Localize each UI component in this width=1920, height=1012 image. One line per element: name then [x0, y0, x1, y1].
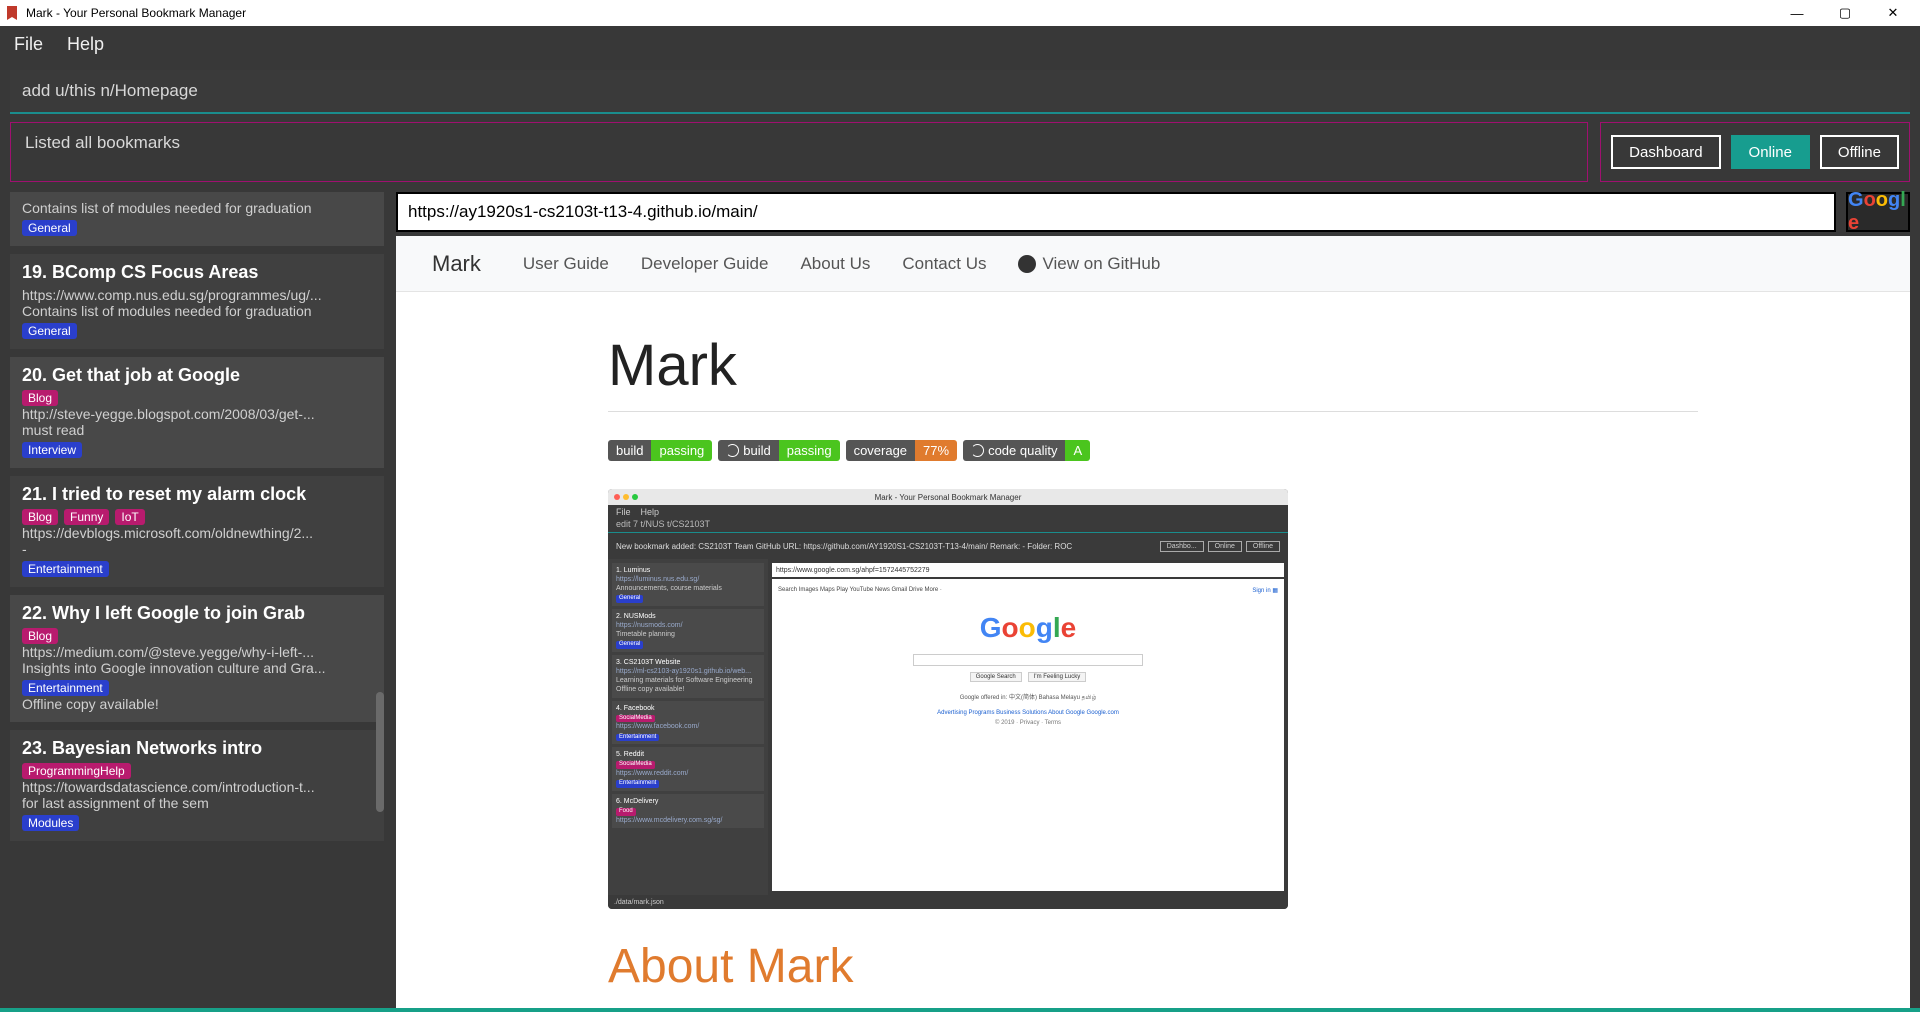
window-title: Mark - Your Personal Bookmark Manager [26, 6, 246, 20]
titlebar: Mark - Your Personal Bookmark Manager — … [0, 0, 1920, 26]
tab-online[interactable]: Online [1731, 135, 1810, 169]
scrollbar-thumb[interactable] [376, 692, 384, 812]
command-input[interactable]: add u/this n/Homepage [10, 70, 1910, 114]
about-heading: About Mark [608, 939, 1698, 994]
badge: buildpassing [718, 440, 839, 461]
bookmark-item[interactable]: 19. BComp CS Focus Areashttps://www.comp… [10, 254, 384, 349]
bookmark-item[interactable]: 23. Bayesian Networks introProgrammingHe… [10, 730, 384, 841]
nav-dev-guide[interactable]: Developer Guide [641, 254, 769, 274]
google-icon: Google [1848, 189, 1908, 235]
tab-dashboard[interactable]: Dashboard [1611, 135, 1720, 169]
embedded-page: Mark User Guide Developer Guide About Us… [396, 236, 1910, 1012]
tab-offline[interactable]: Offline [1820, 135, 1899, 169]
page-nav: Mark User Guide Developer Guide About Us… [396, 236, 1910, 292]
nav-contact[interactable]: Contact Us [902, 254, 986, 274]
nav-github[interactable]: View on GitHub [1018, 254, 1160, 274]
status-message: Listed all bookmarks [10, 122, 1588, 182]
view-tabs: Dashboard Online Offline [1600, 122, 1910, 182]
badge: code qualityA [963, 440, 1090, 461]
main-split: Contains list of modules needed for grad… [10, 192, 1910, 1012]
badge: buildpassing [608, 440, 712, 461]
bookmark-list: Contains list of modules needed for grad… [10, 192, 384, 1012]
bookmark-item[interactable]: 22. Why I left Google to join GrabBloght… [10, 595, 384, 722]
bookmark-item[interactable]: 21. I tried to reset my alarm clockBlogF… [10, 476, 384, 587]
menu-file[interactable]: File [14, 34, 43, 55]
status-row: Listed all bookmarks Dashboard Online Of… [10, 122, 1910, 182]
badge: coverage77% [846, 440, 958, 461]
app-icon [4, 5, 20, 21]
nav-user-guide[interactable]: User Guide [523, 254, 609, 274]
nav-about[interactable]: About Us [800, 254, 870, 274]
command-bar: add u/this n/Homepage [0, 62, 1920, 114]
screenshot-preview: Mark - Your Personal Bookmark Manager Fi… [608, 489, 1288, 909]
menubar: File Help [0, 26, 1920, 62]
page-heading: Mark [608, 332, 1698, 412]
close-button[interactable]: ✕ [1870, 0, 1916, 26]
url-input[interactable]: https://ay1920s1-cs2103t-t13-4.github.io… [396, 192, 1836, 232]
maximize-button[interactable]: ▢ [1822, 0, 1868, 26]
badges-row: buildpassing buildpassing coverage77%code … [608, 440, 1698, 461]
menu-help[interactable]: Help [67, 34, 104, 55]
favicon-box: Google [1846, 192, 1910, 232]
minimize-button[interactable]: — [1774, 0, 1820, 26]
bookmark-item[interactable]: Contains list of modules needed for grad… [10, 192, 384, 246]
bookmark-item[interactable]: 20. Get that job at GoogleBloghttp://ste… [10, 357, 384, 468]
github-icon [1018, 255, 1036, 273]
nav-brand[interactable]: Mark [432, 251, 481, 277]
footer-bar [0, 1008, 1920, 1012]
content-pane: https://ay1920s1-cs2103t-t13-4.github.io… [396, 192, 1910, 1012]
